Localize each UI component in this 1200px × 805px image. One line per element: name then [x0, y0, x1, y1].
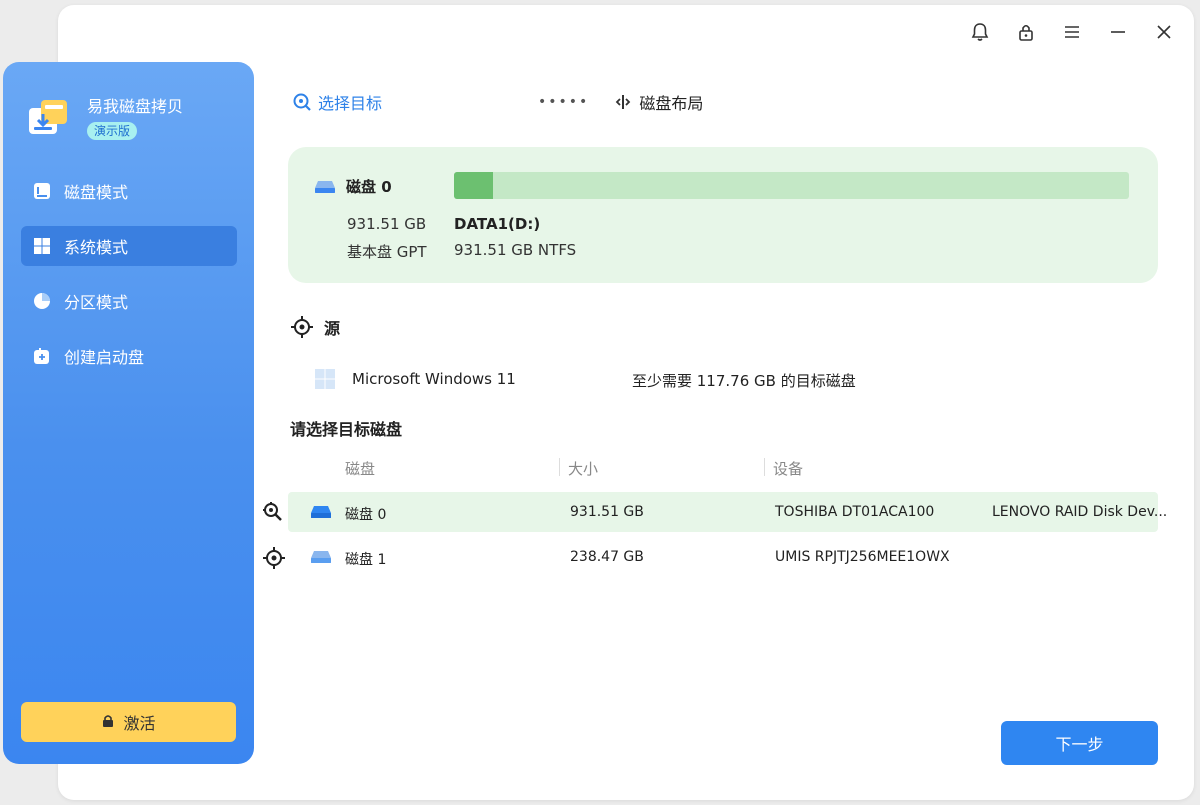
lock-icon[interactable] — [1014, 20, 1038, 44]
sidebar: 易我磁盘拷贝 演示版 磁盘模式 系统模式 分区模式 创建启动盘 激活 — [3, 62, 254, 764]
lock-icon — [101, 713, 115, 732]
edition-badge: 演示版 — [87, 122, 138, 140]
app-logo-icon — [27, 96, 71, 140]
row-disk-device: UMIS RPJTJ256MEE1OWX — [775, 549, 950, 565]
row-disk-extra: LENOVO RAID Disk Dev... — [992, 504, 1168, 520]
crosshair-icon — [262, 546, 286, 574]
step-indicator: 选择目标 ••••• 磁盘布局 — [292, 90, 703, 114]
sidebar-item-system-mode[interactable]: 系统模式 — [21, 226, 237, 266]
target-search-icon — [292, 92, 312, 112]
boot-disk-icon — [32, 346, 52, 366]
disk-icon — [314, 179, 336, 195]
layout-split-icon — [613, 92, 633, 112]
sidebar-nav: 磁盘模式 系统模式 分区模式 创建启动盘 — [21, 171, 237, 391]
sidebar-item-partition-mode[interactable]: 分区模式 — [21, 281, 237, 321]
column-header-size: 大小 — [568, 460, 599, 478]
activate-label: 激活 — [123, 714, 156, 733]
sidebar-item-label: 磁盘模式 — [64, 183, 129, 202]
sidebar-item-label: 系统模式 — [64, 238, 129, 257]
titlebar-controls — [968, 20, 1176, 44]
minimize-icon[interactable] — [1106, 20, 1130, 44]
disk-partition-style: 基本盘 GPT — [347, 243, 427, 261]
source-os-name: Microsoft Windows 11 — [352, 370, 516, 388]
selected-target-icon — [262, 501, 284, 527]
row-disk-name: 磁盘 0 — [345, 507, 387, 523]
disk-size: 931.51 GB — [347, 215, 427, 233]
disk-icon — [310, 504, 332, 524]
partition-name: DATA1(D:) — [454, 215, 541, 233]
table-row[interactable]: 磁盘 1 238.47 GB UMIS RPJTJ256MEE1OWX — [263, 537, 1158, 577]
table-row[interactable]: 磁盘 0 931.51 GB TOSHIBA DT01ACA100 LENOVO… — [263, 492, 1167, 532]
sidebar-item-label: 分区模式 — [64, 293, 129, 312]
step-select-target[interactable]: 选择目标 — [292, 90, 382, 114]
notification-bell-icon[interactable] — [968, 20, 992, 44]
next-label: 下一步 — [1055, 735, 1104, 754]
column-header-device: 设备 — [773, 460, 804, 478]
disk-usage-bar — [454, 172, 1129, 199]
windows-icon — [32, 236, 52, 256]
close-icon[interactable] — [1152, 20, 1176, 44]
source-os-row: Microsoft Windows 11 — [314, 368, 516, 390]
disk-usage-fill — [454, 172, 494, 199]
target-heading: 请选择目标磁盘 — [290, 420, 403, 439]
table-header: 磁盘 大小 设备 — [288, 456, 1158, 482]
next-button[interactable]: 下一步 — [1001, 721, 1158, 765]
source-heading: 源 — [290, 315, 340, 339]
column-divider — [559, 458, 560, 476]
column-header-disk: 磁盘 — [345, 460, 376, 478]
disk-icon — [310, 549, 332, 569]
windows-icon — [314, 368, 336, 390]
step-disk-layout[interactable]: 磁盘布局 — [613, 90, 703, 114]
partition-info: 931.51 GB NTFS — [454, 241, 577, 259]
column-divider — [764, 458, 765, 476]
menu-icon[interactable] — [1060, 20, 1084, 44]
disk-mode-icon — [32, 181, 52, 201]
step-label: 选择目标 — [318, 94, 383, 113]
sidebar-item-create-boot-disk[interactable]: 创建启动盘 — [21, 336, 237, 376]
row-disk-device: TOSHIBA DT01ACA100 — [775, 504, 935, 520]
step-dots: ••••• — [538, 94, 590, 110]
source-label: 源 — [324, 319, 341, 338]
disk-name: 磁盘 0 — [346, 178, 392, 196]
activate-button[interactable]: 激活 — [21, 702, 236, 742]
source-disk-card: 磁盘 0 931.51 GB 基本盘 GPT DATA1(D:) 931.51 … — [288, 147, 1158, 283]
row-disk-name: 磁盘 1 — [345, 552, 387, 568]
disk-card-title: 磁盘 0 — [314, 176, 392, 197]
sidebar-item-disk-mode[interactable]: 磁盘模式 — [21, 171, 237, 211]
sidebar-item-label: 创建启动盘 — [64, 348, 145, 367]
brand: 易我磁盘拷贝 演示版 — [27, 96, 183, 140]
source-requirement: 至少需要 117.76 GB 的目标磁盘 — [632, 372, 856, 390]
pie-chart-icon — [32, 291, 52, 311]
app-name: 易我磁盘拷贝 — [87, 97, 184, 116]
crosshair-icon — [290, 315, 314, 339]
row-disk-size: 931.51 GB — [570, 504, 644, 520]
row-disk-size: 238.47 GB — [570, 549, 644, 565]
step-label: 磁盘布局 — [639, 94, 704, 113]
